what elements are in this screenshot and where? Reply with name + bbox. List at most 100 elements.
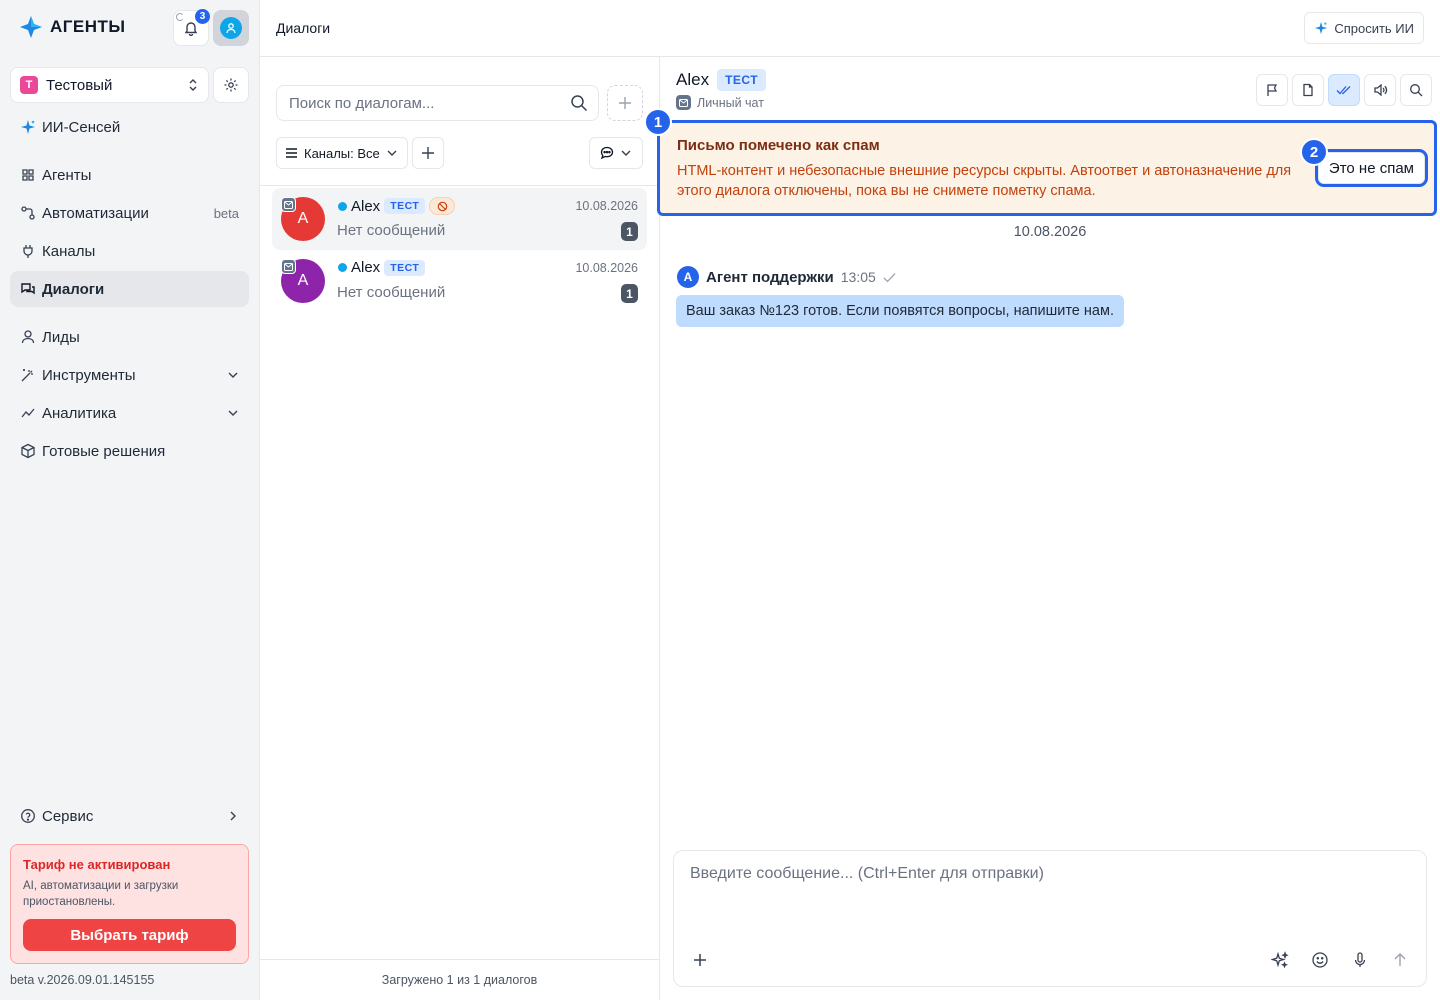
annotation-marker-2: 2 <box>1300 138 1328 166</box>
chevron-down-icon <box>620 147 632 159</box>
check-icon <box>883 272 896 283</box>
file-icon <box>1301 83 1315 97</box>
sidebar-item-leads[interactable]: Лиды <box>10 319 249 355</box>
dialog-list-item[interactable]: A Alex ТЕСТ 10.08.2026 Нет сообщений 1 <box>272 188 647 250</box>
avatar: A <box>677 266 699 288</box>
sidebar-item-label: Аналитика <box>42 404 117 422</box>
message-input[interactable] <box>690 865 1410 925</box>
notifications-count-badge: 3 <box>195 9 210 24</box>
dialog-date: 10.08.2026 <box>575 261 638 275</box>
app-name: АГЕНТЫ <box>50 17 126 36</box>
tariff-title: Тариф не активирован <box>23 857 171 872</box>
bell-icon <box>183 20 199 36</box>
add-channel-filter-button[interactable] <box>412 137 444 169</box>
sidebar-item-service[interactable]: Сервис <box>10 798 249 834</box>
search-in-chat-button[interactable] <box>1400 74 1432 106</box>
emoji-button[interactable] <box>1309 949 1331 971</box>
tariff-text: AI, автоматизации и загрузки приостановл… <box>23 880 179 908</box>
sidebar-item-label: Лиды <box>42 328 80 346</box>
sidebar-item-automations[interactable]: Автоматизации beta <box>10 195 249 231</box>
chat-bubble-icon <box>600 146 614 160</box>
dialog-header: Alex ТЕСТ <box>338 197 456 215</box>
chart-line-icon <box>20 405 36 421</box>
chevron-down-icon <box>227 407 239 419</box>
channels-filter[interactable]: Каналы: Все <box>276 137 408 169</box>
top-header: Диалоги Спросить ИИ <box>260 0 1440 57</box>
sidebar-item-label: Автоматизации <box>42 204 149 222</box>
page-title: Диалоги <box>276 20 331 36</box>
message-header: A Агент поддержки 13:05 <box>677 266 896 288</box>
chat-subtitle: Личный чат <box>676 95 764 110</box>
ask-ai-button[interactable]: Спросить ИИ <box>1304 12 1424 44</box>
microphone-icon <box>1351 951 1369 969</box>
chevron-down-icon <box>386 147 398 159</box>
dialog-name: Alex <box>351 259 381 276</box>
sidebar-item-label: Инструменты <box>42 366 136 384</box>
box-icon <box>20 443 36 459</box>
dialog-type-filter[interactable] <box>589 137 643 169</box>
channels-filter-label: Каналы: Все <box>304 145 380 161</box>
app-logo[interactable]: АГЕНТЫ <box>18 14 126 40</box>
tariff-warning-card: Тариф не активирован AI, автоматизации и… <box>10 844 249 964</box>
smile-icon <box>1311 951 1329 969</box>
send-button[interactable] <box>1389 949 1411 971</box>
not-spam-button[interactable]: Это не спам <box>1314 149 1429 187</box>
flag-button[interactable] <box>1256 74 1288 106</box>
mark-read-button[interactable] <box>1328 74 1360 106</box>
date-separator: 10.08.2026 <box>1013 224 1087 240</box>
sidebar-item-tools[interactable]: Инструменты <box>10 357 249 393</box>
chat-contact-name: Alex <box>676 70 710 89</box>
voice-message-button[interactable] <box>1349 949 1371 971</box>
help-circle-icon <box>20 808 36 824</box>
workspace-select[interactable]: Т Тестовый <box>10 67 209 103</box>
sidebar-item-label: Диалоги <box>42 280 105 298</box>
annotation-marker-1: 1 <box>644 108 672 136</box>
notes-button[interactable] <box>1292 74 1324 106</box>
sidebar-item-ai-sensei[interactable]: ИИ-Сенсей <box>10 109 249 145</box>
dialog-search[interactable] <box>276 85 599 121</box>
choose-tariff-button[interactable]: Выбрать тариф <box>23 919 236 951</box>
dialog-date: 10.08.2026 <box>575 199 638 213</box>
notifications-button[interactable]: 3 <box>173 9 210 46</box>
automation-icon <box>20 205 36 221</box>
test-tag: ТЕСТ <box>384 259 426 276</box>
ask-ai-label: Спросить ИИ <box>1334 20 1414 36</box>
spam-banner-text: HTML-контент и небезопасные внешние ресу… <box>677 163 1292 199</box>
email-channel-icon <box>281 259 296 274</box>
sidebar-item-analytics[interactable]: Аналитика <box>10 395 249 431</box>
agents-icon <box>20 167 36 183</box>
dialog-list-item[interactable]: A Alex ТЕСТ 10.08.2026 Нет сообщений 1 <box>272 250 647 312</box>
message-bubble: Ваш заказ №123 готов. Если появятся вопр… <box>676 295 1124 327</box>
chat-type-label: Личный чат <box>697 95 764 110</box>
search-icon[interactable] <box>570 94 588 112</box>
chevron-up-down-icon <box>187 78 199 92</box>
sidebar-item-channels[interactable]: Каналы <box>10 233 249 269</box>
new-dialog-button[interactable] <box>607 85 643 121</box>
menu-icon <box>285 147 298 159</box>
sidebar-item-dialogs[interactable]: Диалоги <box>10 271 249 307</box>
attach-button[interactable] <box>689 949 711 971</box>
composer-actions <box>1269 949 1411 971</box>
workspace-settings-button[interactable] <box>213 67 249 103</box>
sidebar-item-agents[interactable]: Агенты <box>10 157 249 193</box>
list-footer-status: Загружено 1 из 1 диалогов <box>260 959 659 1000</box>
sidebar-item-label: Агенты <box>42 166 92 184</box>
plus-icon <box>693 953 707 967</box>
chat-toolbar <box>1256 74 1432 106</box>
test-tag: ТЕСТ <box>384 198 426 214</box>
sound-button[interactable] <box>1364 74 1396 106</box>
message-author: Агент поддержки <box>706 268 834 286</box>
magic-wand-icon <box>20 367 36 383</box>
dialog-last-message: Нет сообщений <box>337 222 446 239</box>
message-time: 13:05 <box>840 269 876 285</box>
sidebar-item-label: Готовые решения <box>42 442 166 460</box>
sidebar-item-label: Сервис <box>42 807 94 825</box>
user-menu-button[interactable] <box>213 10 249 46</box>
sidebar-item-solutions[interactable]: Готовые решения <box>10 433 249 469</box>
search-icon <box>1409 83 1423 97</box>
user-avatar-icon <box>220 17 242 39</box>
ai-assist-button[interactable] <box>1269 949 1291 971</box>
plug-icon <box>20 243 36 259</box>
workspace-avatar: Т <box>20 76 38 94</box>
dialog-search-input[interactable] <box>289 94 570 112</box>
